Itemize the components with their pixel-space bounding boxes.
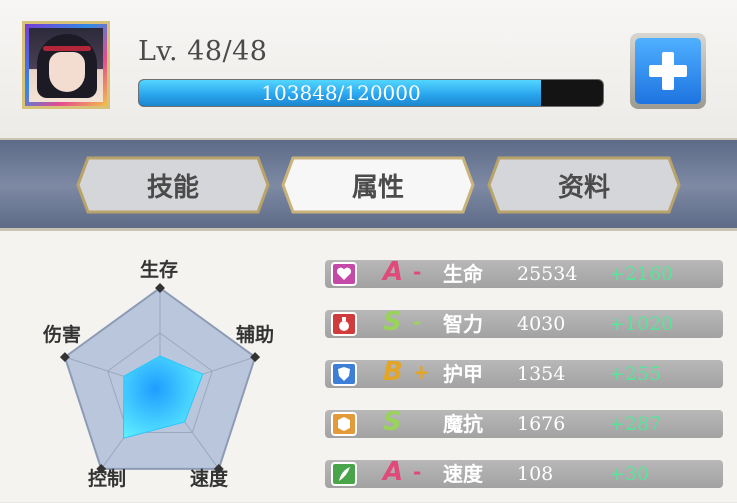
radar-label-control: 控制 [88, 468, 127, 490]
tab-bar: 技能 属性 资料 [0, 140, 737, 232]
potion-icon [331, 312, 357, 336]
radar-label-survival: 生存 [140, 259, 179, 281]
heart-icon [331, 262, 357, 286]
radar-label-support: 辅助 [236, 324, 275, 346]
stat-value: 4030 [517, 313, 566, 335]
attribute-radar: 生存 辅助 速度 控制 伤害 [0, 228, 320, 499]
stat-bonus: +255 [609, 363, 662, 385]
stat-name: 护甲 [443, 362, 483, 386]
tab-attributes-label: 属性 [351, 172, 404, 203]
stat-bonus: +30 [609, 463, 650, 485]
hero-avatar[interactable] [22, 21, 110, 109]
stat-grade: A [383, 257, 404, 287]
stat-grade: B [383, 357, 403, 387]
stat-bonus: +1020 [609, 313, 674, 335]
stat-grade: S [383, 407, 402, 437]
stat-bonus: +2160 [609, 263, 674, 285]
stat-value: 25534 [517, 263, 578, 285]
stat-grade: A [383, 457, 404, 487]
stat-grade-mod: - [413, 310, 422, 334]
radar-label-speed: 速度 [190, 468, 229, 490]
stat-grade: S [383, 307, 402, 337]
feather-icon [331, 462, 357, 486]
level-up-button[interactable] [630, 33, 706, 109]
stat-name: 生命 [443, 262, 483, 286]
stat-value: 1354 [517, 363, 566, 385]
hero-header: Lv. 48/48 103848/120000 [0, 0, 737, 140]
tab-attributes[interactable]: 属性 [281, 156, 475, 214]
stat-row-int: S - 智力 4030 +1020 [325, 307, 723, 338]
stat-value: 108 [517, 463, 554, 485]
stat-name: 智力 [443, 312, 483, 336]
stat-grade-mod: - [413, 460, 422, 484]
tab-skills[interactable]: 技能 [76, 156, 270, 214]
tab-profile-label: 资料 [557, 172, 610, 203]
xp-bar: 103848/120000 [139, 80, 603, 106]
radar-label-damage: 伤害 [43, 324, 82, 346]
stat-row-armor: B + 护甲 1354 +255 [325, 357, 723, 388]
stat-grade-mod: - [413, 260, 422, 284]
stat-value: 1676 [517, 413, 566, 435]
stat-name: 速度 [443, 462, 483, 486]
tab-skills-label: 技能 [146, 172, 199, 203]
tab-profile[interactable]: 资料 [487, 156, 681, 214]
stat-row-hp: A - 生命 25534 +2160 [325, 257, 723, 288]
stat-bonus: +287 [609, 413, 662, 435]
shield-icon [331, 362, 357, 386]
plus-icon [649, 52, 687, 90]
stat-name: 魔抗 [443, 412, 483, 436]
stat-grade-mod: + [413, 360, 430, 384]
hex-shield-icon [331, 412, 357, 436]
level-label: Lv. 48/48 [138, 36, 268, 67]
xp-text: 103848/120000 [261, 81, 421, 105]
stat-row-magic-resist: S 魔抗 1676 +287 [325, 407, 723, 438]
stat-row-speed: A - 速度 108 +30 [325, 457, 723, 488]
